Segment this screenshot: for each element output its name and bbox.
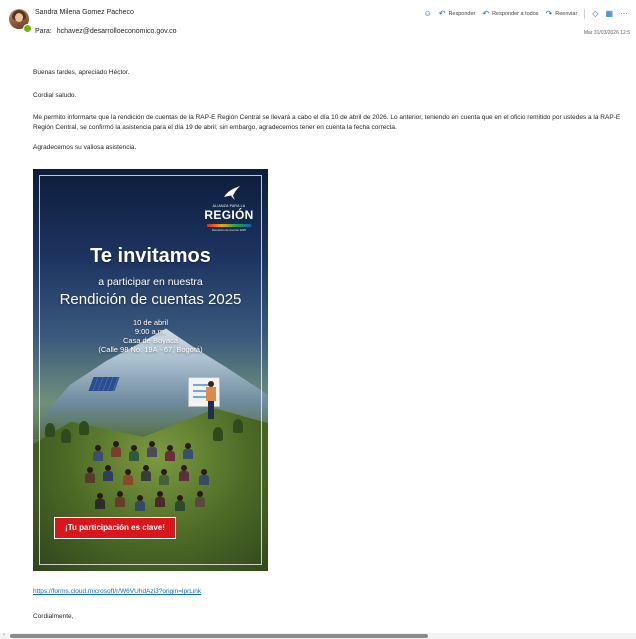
recipient-line: Para: hchavez@desarrolloeconomico.gov.co xyxy=(35,28,177,35)
reply-all-label: Responder a todos xyxy=(492,11,539,17)
event-time: 9:00 a.m. xyxy=(134,327,167,336)
scrollbar-thumb[interactable] xyxy=(10,634,428,638)
thanks-text: Agradecemos su valiosa asistencia. xyxy=(33,143,137,151)
form-link[interactable]: https://forms.cloud.microsoft/r/W6VUhdAz… xyxy=(33,588,201,595)
event-venue: Casa de Boyacá xyxy=(122,336,179,345)
forward-label: Reenviar xyxy=(555,11,578,17)
event-invitation-image[interactable]: ALIANZA PARA LA REGIÓN Rendición de cuen… xyxy=(33,169,268,571)
event-address: (Calle 98 No. 19A - 67, Bogotá) xyxy=(98,345,203,354)
scroll-left-icon[interactable]: ‹ xyxy=(3,632,5,638)
reply-label: Responder xyxy=(448,11,476,17)
poster-headline: Te invitamos xyxy=(90,245,211,267)
logo-subtitle: Rendición de cuentas 2025 xyxy=(212,228,246,232)
presence-status-icon xyxy=(23,24,32,33)
condor-icon xyxy=(224,186,240,200)
event-date: 10 de abril xyxy=(132,318,169,327)
logo-color-bar xyxy=(207,224,251,227)
greeting-text: Buenas tardes, apreciado Héctor. xyxy=(33,68,130,76)
forward-button[interactable]: ↷ Reenviar xyxy=(546,10,578,18)
message-header: Sandra Milena Gomez Pacheco Para: hchave… xyxy=(0,0,636,42)
region-logo: ALIANZA PARA LA REGIÓN Rendición de cuen… xyxy=(201,185,257,235)
main-paragraph: Me permito informarte que la rendición d… xyxy=(33,113,621,131)
reply-button[interactable]: ↶ Responder xyxy=(439,10,476,18)
poster-subhead: a participar en nuestra xyxy=(98,276,203,288)
forward-arrow-icon: ↷ xyxy=(545,9,553,18)
poster-event-details: 10 de abril 9:00 a.m. Casa de Boyacá (Ca… xyxy=(33,318,268,354)
recipient-address[interactable]: hchavez@desarrolloeconomico.gov.co xyxy=(57,28,177,35)
toolbar-divider xyxy=(584,9,586,19)
tag-icon[interactable]: ◇ xyxy=(592,10,598,18)
closing-text: Cordialmente, xyxy=(33,613,74,620)
more-icon[interactable]: ⋯ xyxy=(620,10,628,18)
smiley-icon[interactable]: ☺ xyxy=(424,10,432,18)
reply-arrow-icon: ↶ xyxy=(438,9,446,18)
reply-all-button[interactable]: ↶ Responder a todos xyxy=(482,10,538,18)
to-label: Para: xyxy=(35,28,52,35)
message-actions: ☺ ↶ Responder ↶ Responder a todos ↷ Reen… xyxy=(424,9,628,19)
avatar-face xyxy=(15,13,23,22)
message-datetime: Mar 31/03/2026 12:5 xyxy=(583,30,630,36)
poster-cta-badge: ¡Tu participación es clave! xyxy=(54,517,176,539)
poster-event-title: Rendición de cuentas 2025 xyxy=(59,291,242,308)
logo-region-text: REGIÓN xyxy=(204,208,254,222)
reply-all-icon: ↶ xyxy=(482,9,490,18)
sender-name[interactable]: Sandra Milena Gomez Pacheco xyxy=(35,9,134,16)
salutation-text: Cordial saludo. xyxy=(33,91,77,99)
apps-grid-icon[interactable]: ▦ xyxy=(605,10,613,18)
horizontal-scrollbar[interactable]: ‹ xyxy=(0,632,636,639)
